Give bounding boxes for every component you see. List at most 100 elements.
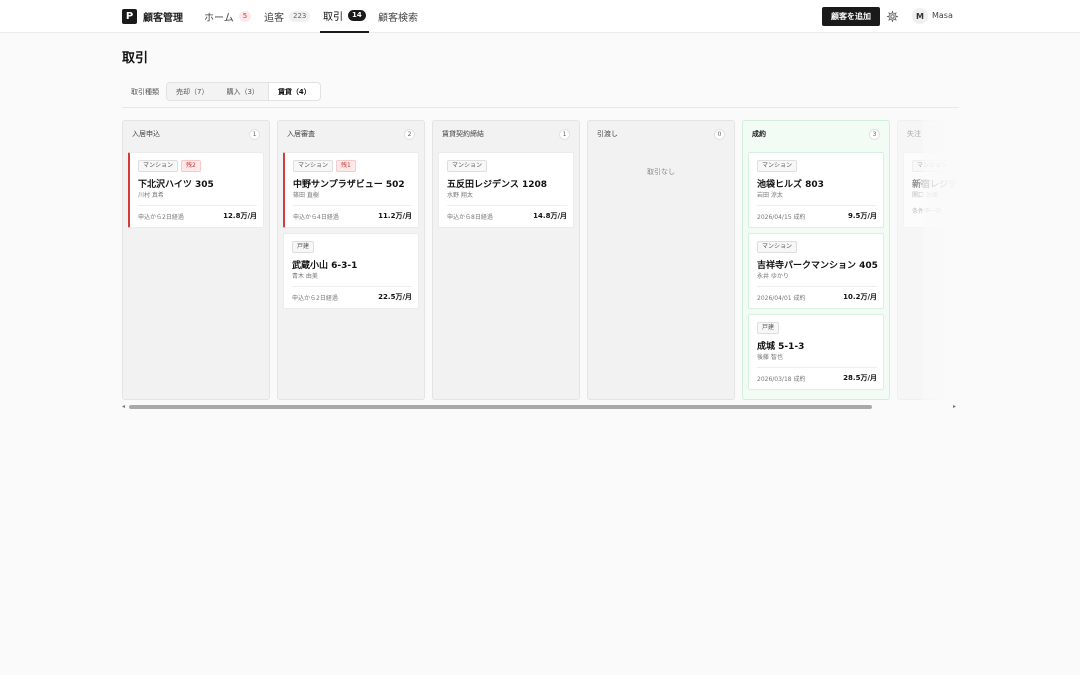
column-count-badge: 1 [249,129,260,140]
rent-price: 11.2万/月 [378,212,412,220]
horizontal-scrollbar[interactable] [129,405,951,409]
rent-price: 28.5万/月 [843,374,877,382]
card-divider [757,205,877,206]
property-title: 吉祥寺パークマンション 405 [757,261,878,271]
username[interactable]: Masa [932,11,953,20]
column-title: 成約 [752,130,766,138]
deal-card[interactable]: マンション 池袋ヒルズ 803 岩田 涼太 2026/04/15 成約 9.5万… [748,152,884,228]
card-divider [292,286,412,287]
rent-price: 22.5万/月 [378,293,412,301]
rent-price: 14.8万/月 [533,212,567,220]
avatar[interactable]: M [912,8,928,24]
kanban-column-screening: 入居審査 2 マンション 残1 中野サンプラザビュー 502 篠田 直樹 申込か… [277,120,425,400]
tab-label: ホーム [204,13,234,24]
brand-logo: P [122,9,137,24]
customer-name: 水野 翔太 [447,192,473,199]
property-title: 五反田レジデンス 1208 [447,180,548,190]
column-count-badge: 3 [869,129,880,140]
alert-tag: 残1 [336,160,356,172]
column-title: 引渡し [597,130,618,138]
segment-sale[interactable]: 売却（7） [167,83,217,100]
property-type-tag: マンション [293,160,334,172]
customer-name: 青木 由美 [292,273,318,280]
tab-deals[interactable]: 取引 14 [320,0,369,33]
property-title: 下北沢ハイツ 305 [138,180,214,190]
scroll-right-arrow[interactable]: ▸ [953,403,956,410]
page-title: 取引 [122,51,149,66]
tab-home[interactable]: ホーム 5 [204,0,252,33]
alert-tag: 残2 [181,160,201,172]
property-type-tag: マンション [757,241,798,253]
column-title: 賃貸契約締結 [442,130,484,138]
column-title: 失注 [907,130,921,138]
card-divider [757,286,877,287]
deal-status-text: 申込から2日経過 [138,214,184,221]
property-type-tag: 戸建 [757,322,780,334]
segment-purchase[interactable]: 購入（3） [217,83,267,100]
property-type-tag: マンション [138,160,179,172]
kanban-column-application: 入居申込 1 マンション 残2 下北沢ハイツ 305 川村 真希 申込から2日経… [122,120,270,400]
customer-name: 岩田 涼太 [757,192,783,199]
property-type-tag: マンション [757,160,798,172]
customer-name: 川村 真希 [138,192,164,199]
deal-card[interactable]: マンション 吉祥寺パークマンション 405 永井 ゆかり 2026/04/01 … [748,233,884,309]
deal-card[interactable]: 戸建 武蔵小山 6-3-1 青木 由美 申込から2日経過 22.5万/月 [283,233,419,309]
tab-badge: 223 [289,11,311,22]
tab-label: 顧客検索 [378,13,418,24]
deal-card[interactable]: マンション 残1 中野サンプラザビュー 502 篠田 直樹 申込から4日経過 1… [283,152,419,228]
scroll-left-arrow[interactable]: ◂ [122,403,125,410]
column-count-badge: 0 [714,129,725,140]
property-title: 成城 5-1-3 [757,342,805,352]
property-title: 武蔵小山 6-3-1 [292,261,358,271]
rent-price: 12.8万/月 [223,212,257,220]
brand-name: 顧客管理 [143,13,183,24]
deal-type-label: 取引種類 [131,88,159,96]
deal-status-text: 2026/04/15 成約 [757,214,806,221]
card-divider [138,205,257,206]
column-count-badge: 1 [559,129,570,140]
deal-status-text: 申込から2日経過 [292,295,338,302]
deal-status-text: 申込から4日経過 [293,214,339,221]
scroll-fade-overlay [922,120,959,400]
column-title: 入居申込 [132,130,160,138]
column-count-badge: 2 [404,129,415,140]
deal-status-text: 申込から8日経過 [447,214,493,221]
card-divider [293,205,412,206]
property-type-tag: 戸建 [292,241,315,253]
tab-badge: 14 [348,10,366,21]
rent-price: 9.5万/月 [848,212,877,220]
add-customer-button[interactable]: 顧客を追加 [822,7,880,26]
deal-card[interactable]: マンション 残2 下北沢ハイツ 305 川村 真希 申込から2日経過 12.8万… [128,152,264,228]
customer-name: 後藤 智也 [757,354,783,361]
top-navigation-bar: P 顧客管理 ホーム 5 追客 223 取引 14 顧客検索 顧客を追加 M M… [0,0,1080,33]
rent-price: 10.2万/月 [843,293,877,301]
deal-card[interactable]: マンション 五反田レジデンス 1208 水野 翔太 申込から8日経過 14.8万… [438,152,574,228]
tab-badge: 5 [238,11,252,22]
deal-status-text: 2026/04/01 成約 [757,295,806,302]
tab-label: 取引 [323,12,343,23]
card-divider [757,367,877,368]
brand[interactable]: P 顧客管理 [122,9,183,24]
deal-card[interactable]: 戸建 成城 5-1-3 後藤 智也 2026/03/18 成約 28.5万/月 [748,314,884,390]
deal-status-text: 2026/03/18 成約 [757,376,806,383]
divider [122,107,959,108]
empty-state-text: 取引なし [647,168,675,176]
gear-icon[interactable] [886,10,899,23]
property-type-tag: マンション [447,160,488,172]
kanban-column-closed-won: 成約 3 マンション 池袋ヒルズ 803 岩田 涼太 2026/04/15 成約… [742,120,890,400]
scrollbar-thumb[interactable] [129,405,872,409]
customer-name: 永井 ゆかり [757,273,789,280]
kanban-column-handover: 引渡し 0 取引なし [587,120,735,400]
deal-type-segmented-control: 売却（7） 購入（3） 賃貸（4） [166,82,321,101]
kanban-board: 入居申込 1 マンション 残2 下北沢ハイツ 305 川村 真希 申込から2日経… [122,120,959,400]
card-divider [447,205,567,206]
kanban-column-contract: 賃貸契約締結 1 マンション 五反田レジデンス 1208 水野 翔太 申込から8… [432,120,580,400]
property-title: 中野サンプラザビュー 502 [293,180,405,190]
column-title: 入居審査 [287,130,315,138]
property-title: 池袋ヒルズ 803 [757,180,824,190]
customer-name: 篠田 直樹 [293,192,319,199]
segment-rental[interactable]: 賃貸（4） [267,83,320,100]
tab-label: 追客 [264,13,284,24]
tab-customer-search[interactable]: 顧客検索 [378,0,418,33]
tab-follow-up[interactable]: 追客 223 [264,0,311,33]
